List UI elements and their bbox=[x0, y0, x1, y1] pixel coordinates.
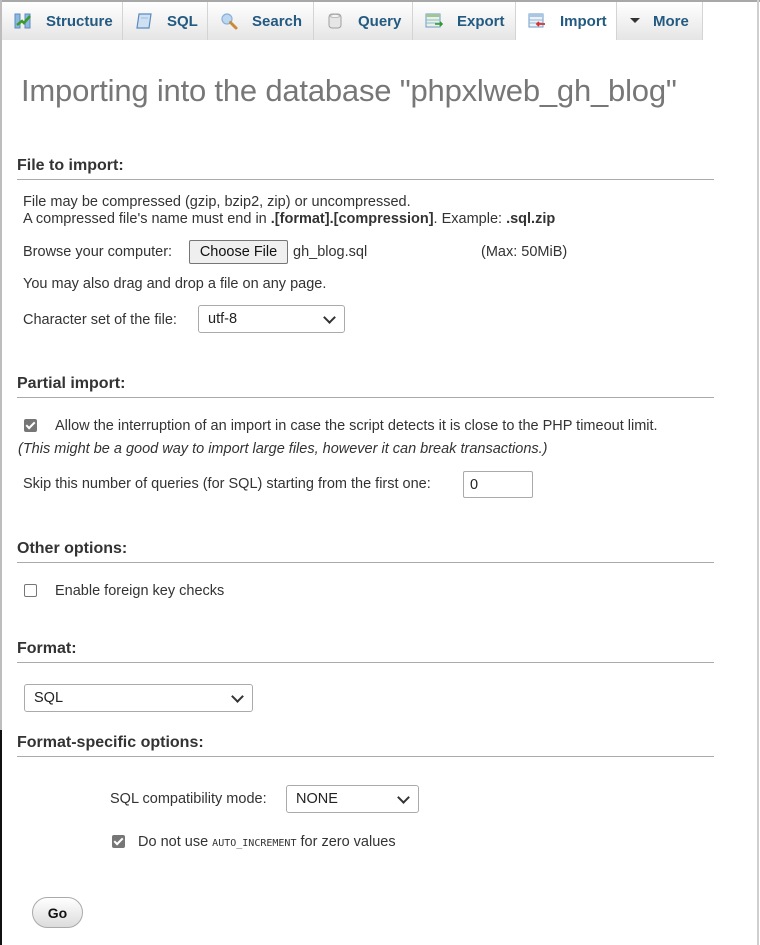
max-upload-size: (Max: 50MiB) bbox=[481, 244, 568, 260]
import-page: Structure SQL Search Query Export Import… bbox=[0, 0, 760, 945]
chevron-down-icon bbox=[323, 311, 336, 324]
skip-queries-input[interactable] bbox=[463, 471, 533, 498]
foreign-key-checks-label: Enable foreign key checks bbox=[55, 583, 225, 599]
section-other-options-heading: Other options: bbox=[17, 540, 714, 563]
tab-query[interactable]: Query bbox=[314, 2, 413, 40]
go-button[interactable]: Go bbox=[32, 897, 83, 928]
foreign-key-checks-checkbox[interactable] bbox=[24, 584, 37, 597]
choose-file-button[interactable]: Choose File bbox=[189, 240, 288, 264]
tab-structure[interactable]: Structure bbox=[2, 2, 123, 40]
tab-label: SQL bbox=[167, 12, 198, 30]
tab-label: Structure bbox=[46, 12, 113, 30]
tab-search[interactable]: Search bbox=[208, 2, 314, 40]
charset-select[interactable]: utf-8 bbox=[198, 305, 345, 333]
auto-inc-suffix: for zero values bbox=[296, 834, 396, 850]
compression-example: .sql.zip bbox=[506, 211, 556, 227]
sql-compat-label: SQL compatibility mode: bbox=[110, 791, 267, 807]
compression-note-line2: A compressed file's name must end in .[f… bbox=[23, 211, 555, 227]
import-icon bbox=[528, 12, 546, 30]
format-selected-value: SQL bbox=[34, 690, 64, 706]
triangle-down-icon bbox=[629, 12, 641, 30]
left-border-dark bbox=[0, 730, 2, 945]
compression-format-pattern: .[format].[compression] bbox=[270, 211, 434, 227]
structure-icon bbox=[14, 12, 32, 30]
chevron-down-icon bbox=[397, 791, 410, 804]
no-auto-increment-label: Do not use AUTO_INCREMENT for zero value… bbox=[138, 834, 396, 850]
drag-drop-note: You may also drag and drop a file on any… bbox=[23, 276, 327, 292]
tab-sql[interactable]: SQL bbox=[123, 2, 208, 40]
sql-scroll-icon bbox=[135, 12, 153, 30]
export-icon bbox=[425, 12, 444, 30]
compression-note-mid: . Example: bbox=[433, 211, 507, 227]
tab-label: Query bbox=[358, 12, 402, 30]
skip-queries-label: Skip this number of queries (for SQL) st… bbox=[23, 476, 431, 492]
section-format-specific-heading: Format-specific options: bbox=[17, 734, 714, 757]
section-format-heading: Format: bbox=[17, 640, 714, 663]
tab-label: More bbox=[653, 12, 689, 30]
left-border bbox=[0, 0, 2, 730]
no-auto-increment-checkbox[interactable] bbox=[112, 835, 125, 848]
tab-export[interactable]: Export bbox=[413, 2, 516, 40]
tab-label: Import bbox=[560, 12, 607, 30]
search-icon bbox=[220, 12, 238, 30]
charset-selected-value: utf-8 bbox=[208, 311, 238, 327]
right-border bbox=[757, 0, 759, 945]
auto-inc-prefix: Do not use bbox=[138, 834, 213, 850]
format-select[interactable]: SQL bbox=[24, 684, 253, 712]
top-menu-tabs: Structure SQL Search Query Export Import… bbox=[2, 2, 703, 40]
tab-label: Search bbox=[252, 12, 303, 30]
allow-interrupt-checkbox[interactable] bbox=[24, 419, 37, 432]
tab-import[interactable]: Import bbox=[516, 2, 617, 40]
compression-note-prefix: A compressed file's name must end in bbox=[23, 211, 271, 227]
chevron-down-icon bbox=[231, 690, 244, 703]
allow-interrupt-label: Allow the interruption of an import in c… bbox=[55, 418, 658, 434]
section-partial-import-heading: Partial import: bbox=[17, 375, 714, 398]
page-title: Importing into the database "phpxlweb_gh… bbox=[21, 73, 677, 108]
chosen-file-name: gh_blog.sql bbox=[293, 244, 368, 260]
partial-import-note: (This might be a good way to import larg… bbox=[18, 441, 548, 457]
tab-more[interactable]: More bbox=[617, 2, 703, 40]
query-database-icon bbox=[326, 12, 344, 30]
browse-label: Browse your computer: bbox=[23, 244, 173, 260]
section-file-to-import-heading: File to import: bbox=[17, 157, 714, 180]
charset-label: Character set of the file: bbox=[23, 312, 177, 328]
auto-increment-code: AUTO_INCREMENT bbox=[212, 838, 297, 849]
tab-label: Export bbox=[457, 12, 505, 30]
sql-compat-selected-value: NONE bbox=[296, 791, 338, 807]
sql-compat-select[interactable]: NONE bbox=[286, 785, 419, 813]
compression-note-line1: File may be compressed (gzip, bzip2, zip… bbox=[23, 194, 411, 210]
